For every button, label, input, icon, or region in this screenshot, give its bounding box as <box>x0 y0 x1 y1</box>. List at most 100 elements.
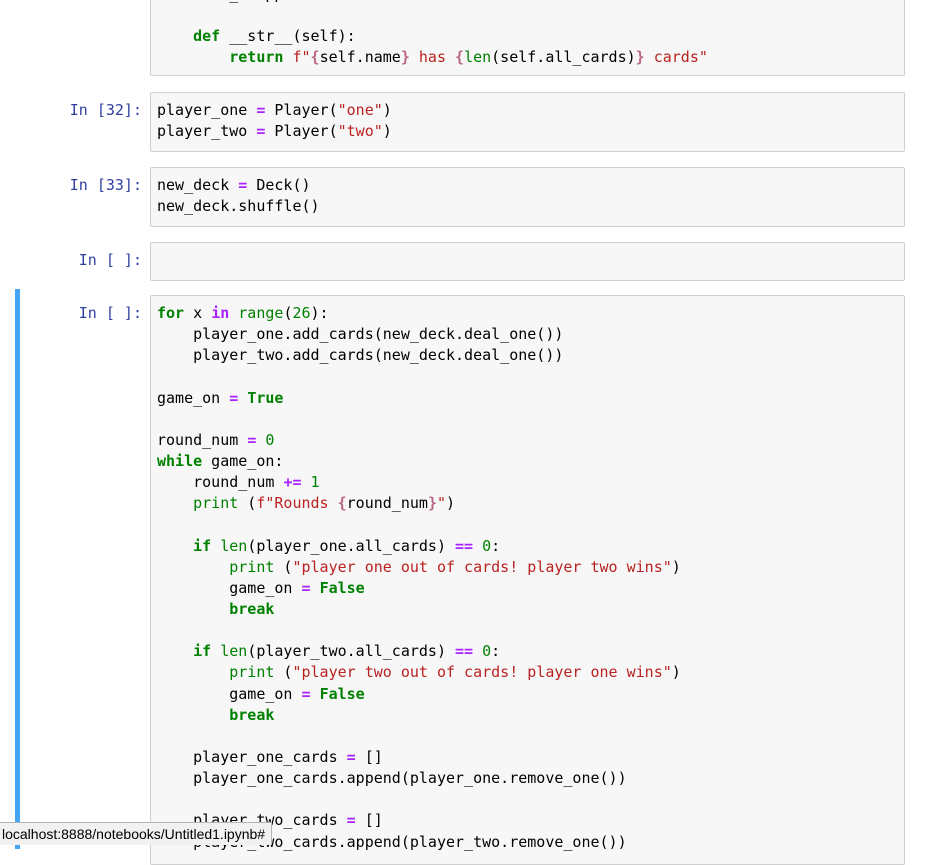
code-token: new_deck.shuffle() <box>157 197 320 216</box>
code-token: player_two <box>157 122 257 141</box>
code-line: return f"{self.name} has {len(self.all_c… <box>157 47 708 68</box>
code-line: print ("player one out of cards! player … <box>157 557 681 578</box>
code-token: break <box>229 599 275 618</box>
code-token: while <box>157 451 203 470</box>
code-token: == <box>455 642 474 661</box>
code-token: ) <box>382 122 392 141</box>
code-token: _ <box>229 0 238 3</box>
code-input[interactable]: _ pp def __str__(self): return f"{self.n… <box>150 0 905 76</box>
input-prompt: In [32]: <box>69 101 142 119</box>
code-line: player_one.add_cards(new_deck.deal_one()… <box>157 324 681 345</box>
code-token: } <box>400 48 410 67</box>
code-token: 0 <box>482 536 492 555</box>
code-input[interactable]: for x in range(26): player_one.add_cards… <box>150 295 905 865</box>
code-token: 0 <box>265 430 275 449</box>
code-token: False <box>319 684 365 703</box>
code-token: } <box>427 494 437 513</box>
code-token: = <box>301 684 311 703</box>
code-line: print (f"Rounds {round_num}") <box>157 493 681 514</box>
code-token: print <box>193 494 239 513</box>
code-token: (player_two.all_cards) <box>247 642 456 661</box>
code-token: ): <box>310 304 329 322</box>
code-token: ( <box>238 494 257 513</box>
code-token: has <box>409 48 456 67</box>
code-line: def __str__(self): <box>157 26 708 47</box>
code-token: game_on: <box>202 451 284 470</box>
code-token: if <box>193 536 212 555</box>
code-token: game_on <box>157 578 302 597</box>
code-line: game_on = False <box>157 578 681 599</box>
code-line: if len(player_one.all_cards) == 0: <box>157 536 681 557</box>
code-token: round_num <box>157 430 248 449</box>
code-text[interactable]: _ pp def __str__(self): return f"{self.n… <box>157 0 708 69</box>
code-line: if len(player_two.all_cards) == 0: <box>157 641 681 662</box>
code-token: { <box>310 48 320 67</box>
code-token: game_on <box>157 388 230 407</box>
code-token: "player one out of cards! player two win… <box>292 557 672 576</box>
code-token: "two" <box>337 122 383 141</box>
code-token: print <box>229 557 275 576</box>
code-token: range <box>238 304 284 322</box>
code-text[interactable]: for x in range(26): player_one.add_cards… <box>157 303 681 853</box>
code-token: ) <box>446 494 456 513</box>
code-token: += <box>283 473 302 492</box>
code-line: player_two.add_cards(new_deck.deal_one()… <box>157 345 681 366</box>
code-line: new_deck.shuffle() <box>157 196 320 217</box>
code-token: 26 <box>292 304 311 322</box>
code-input[interactable]: new_deck = Deck() new_deck.shuffle() <box>150 167 905 227</box>
code-token: pp <box>265 0 283 3</box>
code-line: break <box>157 705 681 726</box>
code-token: if <box>193 642 212 661</box>
input-prompt: In [33]: <box>69 176 142 194</box>
code-line: round_num = 0 <box>157 430 681 451</box>
code-token: player_one_cards <box>157 747 347 766</box>
code-token: [] <box>355 747 383 766</box>
code-token: ) <box>382 101 392 119</box>
code-token: True <box>247 388 284 407</box>
code-token: : <box>491 536 501 555</box>
code-token: player_one_cards.append(player_one.remov… <box>157 769 627 788</box>
code-line: player_one_cards.append(player_one.remov… <box>157 768 681 789</box>
code-token: cards" <box>644 48 708 67</box>
code-token: def <box>193 27 221 46</box>
code-token: = <box>238 176 248 194</box>
input-prompt: In [ ]: <box>78 304 142 322</box>
code-token: player_one <box>157 101 257 119</box>
code-token: print <box>229 663 275 682</box>
code-line: player_two = Player("two") <box>157 121 392 142</box>
code-line: round_num += 1 <box>157 472 681 493</box>
code-token: Player( <box>265 101 338 119</box>
code-token: x <box>184 304 212 322</box>
code-text[interactable]: player_one = Player("one") player_two = P… <box>157 100 392 142</box>
code-line: break <box>157 599 681 620</box>
code-token: " <box>436 494 446 513</box>
code-token: len <box>464 48 492 67</box>
code-text[interactable]: new_deck = Deck() new_deck.shuffle() <box>157 175 320 217</box>
code-token: [] <box>355 811 383 830</box>
code-line: player_one = Player("one") <box>157 100 392 121</box>
code-line: for x in range(26): <box>157 303 681 324</box>
code-input[interactable] <box>150 242 905 281</box>
selected-cell-indicator <box>15 289 20 849</box>
code-token: new_deck <box>157 176 239 194</box>
code-token: "one" <box>337 101 383 119</box>
code-token: in <box>211 304 230 322</box>
code-token: = <box>247 430 257 449</box>
code-input[interactable]: player_one = Player("one") player_two = P… <box>150 92 905 152</box>
code-token: f" <box>292 48 311 67</box>
